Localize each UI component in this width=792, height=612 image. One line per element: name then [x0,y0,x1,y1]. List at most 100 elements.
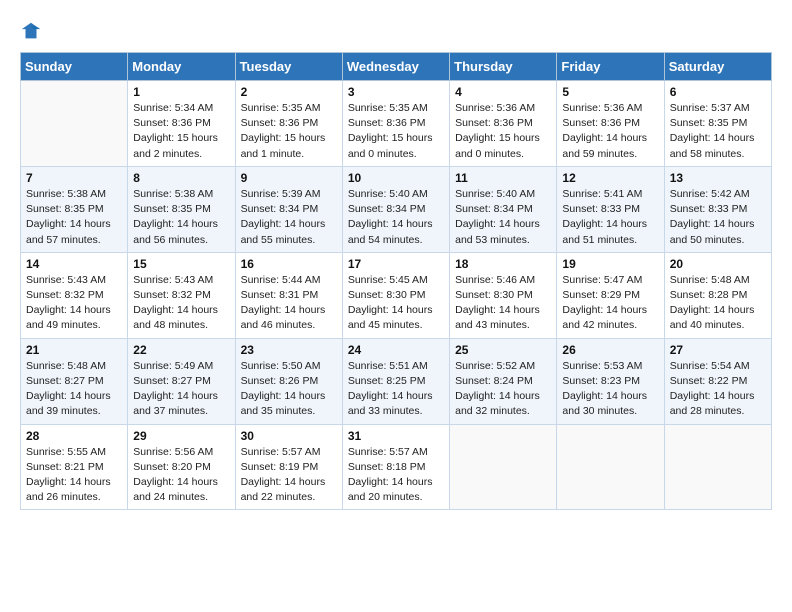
calendar-cell: 29 Sunrise: 5:56 AM Sunset: 8:20 PM Dayli… [128,424,235,510]
calendar-cell: 30 Sunrise: 5:57 AM Sunset: 8:19 PM Dayli… [235,424,342,510]
page-header [20,20,772,42]
calendar-cell: 24 Sunrise: 5:51 AM Sunset: 8:25 PM Dayli… [342,338,449,424]
calendar-cell [557,424,664,510]
day-number: 8 [133,171,229,185]
day-info: Sunrise: 5:39 AM Sunset: 8:34 PM Dayligh… [241,187,337,248]
day-number: 15 [133,257,229,271]
calendar-cell: 20 Sunrise: 5:48 AM Sunset: 8:28 PM Dayli… [664,252,771,338]
calendar-cell [664,424,771,510]
day-number: 16 [241,257,337,271]
calendar-cell: 26 Sunrise: 5:53 AM Sunset: 8:23 PM Dayli… [557,338,664,424]
day-info: Sunrise: 5:57 AM Sunset: 8:19 PM Dayligh… [241,445,337,506]
day-info: Sunrise: 5:38 AM Sunset: 8:35 PM Dayligh… [133,187,229,248]
day-info: Sunrise: 5:43 AM Sunset: 8:32 PM Dayligh… [26,273,122,334]
day-number: 20 [670,257,766,271]
calendar-cell: 21 Sunrise: 5:48 AM Sunset: 8:27 PM Dayli… [21,338,128,424]
calendar-cell: 17Sunrise: 5:45 AM Sunset: 8:30 PM Dayli… [342,252,449,338]
calendar-cell: 6 Sunrise: 5:37 AM Sunset: 8:35 PM Daylig… [664,81,771,167]
day-number: 28 [26,429,122,443]
day-of-week-header: Monday [128,53,235,81]
day-of-week-header: Tuesday [235,53,342,81]
day-number: 24 [348,343,444,357]
day-number: 2 [241,85,337,99]
day-number: 31 [348,429,444,443]
day-info: Sunrise: 5:36 AM Sunset: 8:36 PM Dayligh… [562,101,658,162]
calendar-cell: 22 Sunrise: 5:49 AM Sunset: 8:27 PM Dayli… [128,338,235,424]
day-info: Sunrise: 5:34 AM Sunset: 8:36 PM Dayligh… [133,101,229,162]
day-info: Sunrise: 5:44 AM Sunset: 8:31 PM Dayligh… [241,273,337,334]
day-info: Sunrise: 5:40 AM Sunset: 8:34 PM Dayligh… [455,187,551,248]
calendar-cell: 8 Sunrise: 5:38 AM Sunset: 8:35 PM Daylig… [128,166,235,252]
calendar-table: SundayMondayTuesdayWednesdayThursdayFrid… [20,52,772,510]
day-number: 19 [562,257,658,271]
day-of-week-header: Wednesday [342,53,449,81]
day-number: 18 [455,257,551,271]
calendar-cell: 25Sunrise: 5:52 AM Sunset: 8:24 PM Dayli… [450,338,557,424]
calendar-cell: 10 Sunrise: 5:40 AM Sunset: 8:34 PM Dayli… [342,166,449,252]
day-number: 22 [133,343,229,357]
day-info: Sunrise: 5:50 AM Sunset: 8:26 PM Dayligh… [241,359,337,420]
day-info: Sunrise: 5:55 AM Sunset: 8:21 PM Dayligh… [26,445,122,506]
day-of-week-header: Friday [557,53,664,81]
day-info: Sunrise: 5:53 AM Sunset: 8:23 PM Dayligh… [562,359,658,420]
logo-icon [20,20,42,42]
day-info: Sunrise: 5:42 AM Sunset: 8:33 PM Dayligh… [670,187,766,248]
day-number: 29 [133,429,229,443]
calendar-cell: 5 Sunrise: 5:36 AM Sunset: 8:36 PM Daylig… [557,81,664,167]
day-info: Sunrise: 5:57 AM Sunset: 8:18 PM Dayligh… [348,445,444,506]
day-number: 23 [241,343,337,357]
calendar-cell: 4 Sunrise: 5:36 AM Sunset: 8:36 PM Daylig… [450,81,557,167]
day-info: Sunrise: 5:35 AM Sunset: 8:36 PM Dayligh… [348,101,444,162]
calendar-cell: 19 Sunrise: 5:47 AM Sunset: 8:29 PM Dayli… [557,252,664,338]
calendar-cell [450,424,557,510]
day-info: Sunrise: 5:48 AM Sunset: 8:27 PM Dayligh… [26,359,122,420]
day-number: 12 [562,171,658,185]
day-number: 10 [348,171,444,185]
day-info: Sunrise: 5:38 AM Sunset: 8:35 PM Dayligh… [26,187,122,248]
day-info: Sunrise: 5:51 AM Sunset: 8:25 PM Dayligh… [348,359,444,420]
day-number: 4 [455,85,551,99]
day-info: Sunrise: 5:37 AM Sunset: 8:35 PM Dayligh… [670,101,766,162]
calendar-cell: 18 Sunrise: 5:46 AM Sunset: 8:30 PM Dayli… [450,252,557,338]
calendar-cell: 13 Sunrise: 5:42 AM Sunset: 8:33 PM Dayli… [664,166,771,252]
day-info: Sunrise: 5:52 AM Sunset: 8:24 PM Dayligh… [455,359,551,420]
day-number: 6 [670,85,766,99]
day-info: Sunrise: 5:45 AM Sunset: 8:30 PM Dayligh… [348,273,444,334]
calendar-cell: 27 Sunrise: 5:54 AM Sunset: 8:22 PM Dayli… [664,338,771,424]
day-number: 14 [26,257,122,271]
day-number: 3 [348,85,444,99]
day-info: Sunrise: 5:40 AM Sunset: 8:34 PM Dayligh… [348,187,444,248]
day-number: 21 [26,343,122,357]
calendar-cell: 14 Sunrise: 5:43 AM Sunset: 8:32 PM Dayli… [21,252,128,338]
day-info: Sunrise: 5:46 AM Sunset: 8:30 PM Dayligh… [455,273,551,334]
calendar-cell: 1 Sunrise: 5:34 AM Sunset: 8:36 PM Daylig… [128,81,235,167]
calendar-cell: 16 Sunrise: 5:44 AM Sunset: 8:31 PM Dayli… [235,252,342,338]
day-info: Sunrise: 5:47 AM Sunset: 8:29 PM Dayligh… [562,273,658,334]
day-number: 13 [670,171,766,185]
day-number: 30 [241,429,337,443]
logo [20,20,46,42]
day-of-week-header: Thursday [450,53,557,81]
day-info: Sunrise: 5:54 AM Sunset: 8:22 PM Dayligh… [670,359,766,420]
day-info: Sunrise: 5:35 AM Sunset: 8:36 PM Dayligh… [241,101,337,162]
day-number: 27 [670,343,766,357]
day-of-week-header: Sunday [21,53,128,81]
day-info: Sunrise: 5:43 AM Sunset: 8:32 PM Dayligh… [133,273,229,334]
calendar-cell: 11 Sunrise: 5:40 AM Sunset: 8:34 PM Dayli… [450,166,557,252]
day-number: 7 [26,171,122,185]
day-info: Sunrise: 5:56 AM Sunset: 8:20 PM Dayligh… [133,445,229,506]
calendar-cell: 15 Sunrise: 5:43 AM Sunset: 8:32 PM Dayli… [128,252,235,338]
day-number: 5 [562,85,658,99]
day-number: 1 [133,85,229,99]
day-info: Sunrise: 5:36 AM Sunset: 8:36 PM Dayligh… [455,101,551,162]
day-info: Sunrise: 5:48 AM Sunset: 8:28 PM Dayligh… [670,273,766,334]
calendar-cell: 31 Sunrise: 5:57 AM Sunset: 8:18 PM Dayli… [342,424,449,510]
day-number: 11 [455,171,551,185]
day-info: Sunrise: 5:41 AM Sunset: 8:33 PM Dayligh… [562,187,658,248]
calendar-cell: 3 Sunrise: 5:35 AM Sunset: 8:36 PM Daylig… [342,81,449,167]
calendar-cell: 23 Sunrise: 5:50 AM Sunset: 8:26 PM Dayli… [235,338,342,424]
calendar-cell: 12 Sunrise: 5:41 AM Sunset: 8:33 PM Dayli… [557,166,664,252]
day-info: Sunrise: 5:49 AM Sunset: 8:27 PM Dayligh… [133,359,229,420]
day-of-week-header: Saturday [664,53,771,81]
day-number: 26 [562,343,658,357]
